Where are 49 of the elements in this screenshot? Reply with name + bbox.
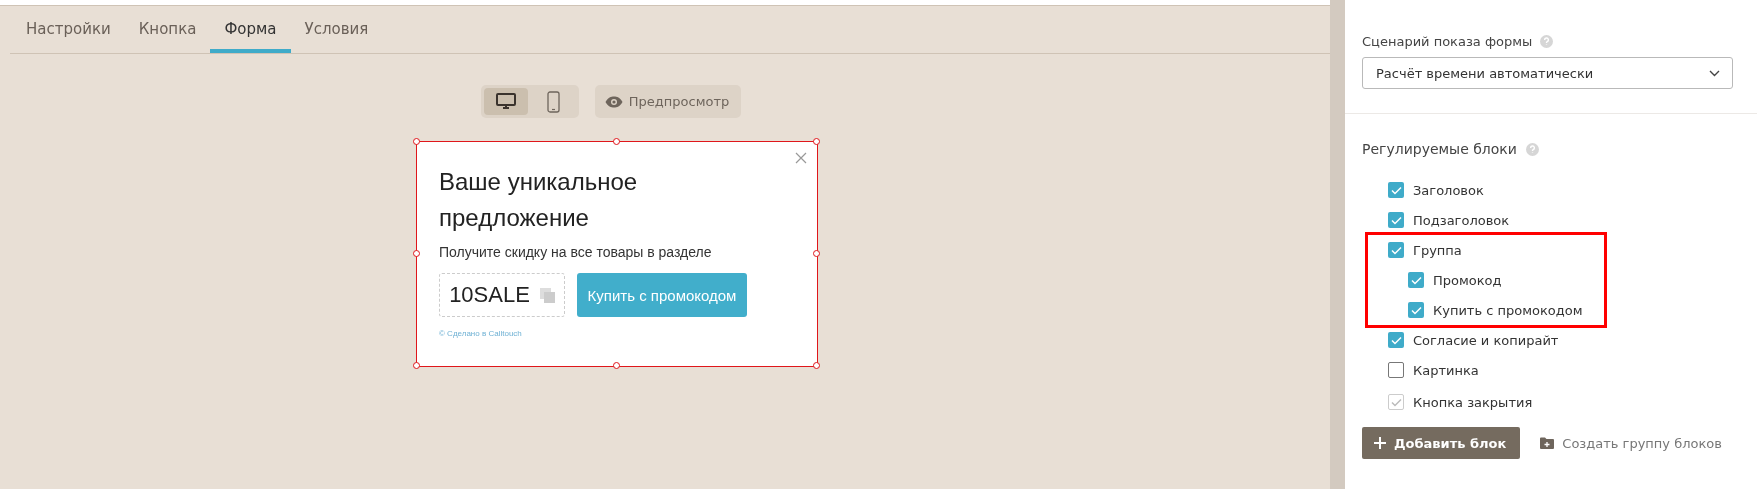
checkbox-label: Подзаголовок (1413, 212, 1510, 228)
field-label: Сценарий показа формы (1362, 34, 1533, 49)
checkbox-label: Промокод (1433, 272, 1502, 288)
eye-icon (604, 95, 623, 108)
checkbox[interactable] (1408, 272, 1424, 288)
checkbox[interactable] (1388, 362, 1404, 378)
resize-handle[interactable] (813, 250, 820, 257)
close-icon[interactable] (795, 152, 807, 164)
buy-button[interactable]: Купить с промокодом (577, 273, 747, 317)
checkbox-label: Заголовок (1413, 182, 1484, 198)
resize-handle[interactable] (813, 362, 820, 369)
checkbox[interactable] (1408, 302, 1424, 318)
monitor-icon (495, 93, 516, 110)
chevron-down-icon (1709, 69, 1720, 77)
help-icon[interactable] (1525, 142, 1539, 156)
section-title: Регулируемые блоки (1362, 141, 1517, 157)
resize-handle[interactable] (813, 138, 820, 145)
resize-handle[interactable] (613, 138, 620, 145)
tab[interactable]: Настройки (12, 6, 125, 53)
resize-handle[interactable] (413, 250, 420, 257)
checkbox-label: Кнопка закрытия (1413, 394, 1533, 410)
resize-handle[interactable] (613, 362, 620, 369)
form-subtitle: Получите скидку на все товары в разделе (439, 244, 713, 260)
checkbox[interactable] (1388, 212, 1404, 228)
scenario-select[interactable]: Расчёт времени автоматически (1362, 57, 1733, 89)
add-block-button[interactable]: Добавить блок (1362, 427, 1521, 459)
folder-plus-icon (1540, 437, 1555, 449)
tab[interactable]: Условия (290, 6, 383, 53)
checkbox-label: Согласие и копирайт (1413, 332, 1559, 348)
create-group-link[interactable]: Создать группу блоков (1540, 435, 1722, 451)
resize-handle[interactable] (413, 138, 420, 145)
help-icon[interactable] (1540, 35, 1554, 48)
checkbox-label: Картинка (1413, 362, 1479, 378)
tab[interactable]: Кнопка (124, 6, 211, 53)
form-title: Ваше уникальное предложение (439, 167, 639, 233)
resize-handle[interactable] (413, 362, 420, 369)
preview-button[interactable]: Предпросмотр (594, 85, 742, 118)
checkbox[interactable] (1388, 242, 1404, 258)
checkbox-label: Группа (1413, 242, 1462, 258)
promo-code-field[interactable]: 10SALE (439, 273, 565, 317)
checkbox[interactable] (1388, 332, 1404, 348)
copy-icon[interactable] (539, 287, 555, 303)
copyright-text: © Сделано в Calltouch (439, 329, 523, 338)
checkbox[interactable] (1388, 182, 1404, 198)
plus-icon (1374, 437, 1386, 449)
checkbox-label: Купить с промокодом (1433, 302, 1583, 318)
smartphone-icon (547, 90, 561, 113)
view-mode-button[interactable] (483, 88, 528, 115)
tab[interactable]: Форма (210, 6, 291, 53)
